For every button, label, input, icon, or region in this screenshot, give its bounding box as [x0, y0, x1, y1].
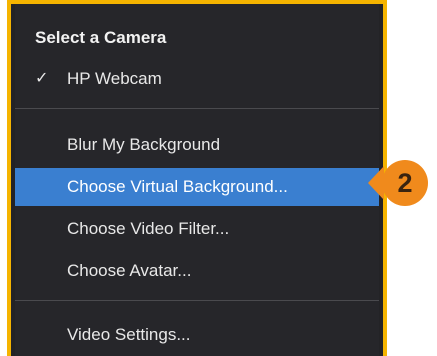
- menu-item-label: Choose Virtual Background...: [67, 177, 288, 196]
- menu-divider: [15, 300, 379, 301]
- menu-item-blur-background[interactable]: Blur My Background: [15, 126, 379, 164]
- menu-item-hp-webcam[interactable]: ✓ HP Webcam: [15, 60, 379, 98]
- menu-item-label: HP Webcam: [67, 69, 162, 88]
- menu-item-label: Choose Video Filter...: [67, 219, 230, 238]
- menu-item-choose-virtual-background[interactable]: Choose Virtual Background...: [15, 168, 379, 206]
- menu-item-label: Video Settings...: [67, 325, 191, 344]
- menu-item-label: Blur My Background: [67, 135, 221, 154]
- menu-divider: [15, 108, 379, 109]
- step-number-badge: 2: [382, 160, 428, 206]
- camera-context-menu: Select a Camera ✓ HP Webcam Blur My Back…: [15, 4, 379, 356]
- menu-header: Select a Camera: [35, 28, 167, 47]
- menu-item-label: Choose Avatar...: [67, 261, 192, 280]
- highlight-frame: Select a Camera ✓ HP Webcam Blur My Back…: [7, 0, 387, 356]
- screenshot-stage: Select a Camera ✓ HP Webcam Blur My Back…: [0, 0, 437, 356]
- menu-item-choose-avatar[interactable]: Choose Avatar...: [15, 252, 379, 290]
- menu-item-video-settings[interactable]: Video Settings...: [15, 316, 379, 354]
- checkmark-icon: ✓: [35, 70, 49, 87]
- menu-item-choose-video-filter[interactable]: Choose Video Filter...: [15, 210, 379, 248]
